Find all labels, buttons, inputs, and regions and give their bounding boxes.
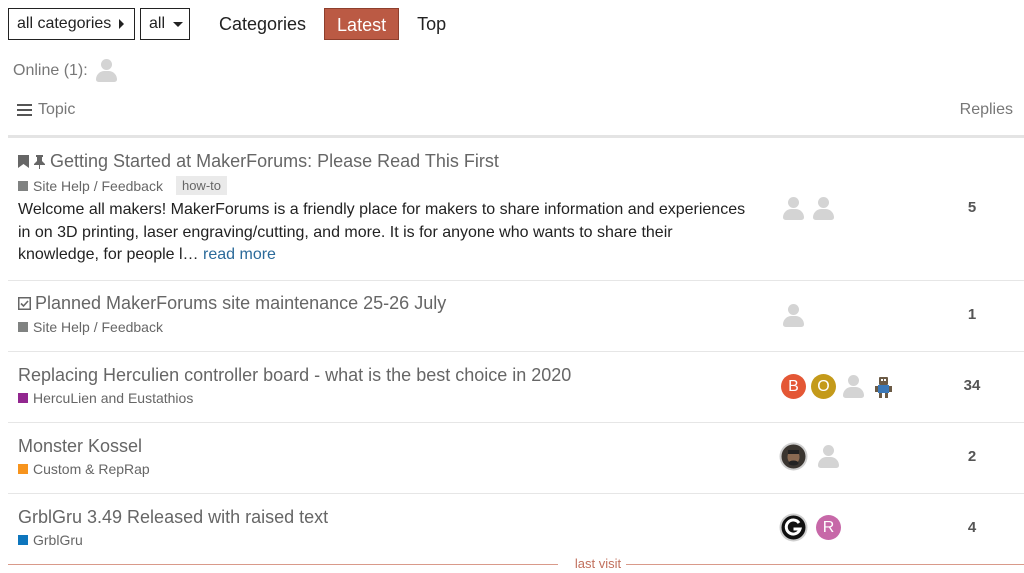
topic-title-wrap: Planned MakerForums site maintenance 25-… <box>18 293 446 314</box>
topic-row: Replacing Herculien controller board - w… <box>8 352 1024 423</box>
topic-row: GrblGru 3.49 Released with raised text G… <box>8 494 1024 556</box>
category-link[interactable]: HercuLien and Eustathios <box>33 390 193 406</box>
checkbox-icon <box>18 297 31 310</box>
tag-badge[interactable]: how-to <box>175 176 227 195</box>
topic-title-wrap: Getting Started at MakerForums: Please R… <box>18 151 499 172</box>
nav-latest[interactable]: Latest <box>324 8 400 40</box>
replies-count[interactable]: 4 <box>960 519 984 536</box>
category-link[interactable]: Site Help / Feedback <box>33 178 163 194</box>
caret-down-icon <box>173 21 184 27</box>
topic-row: Getting Started at MakerForums: Please R… <box>8 140 1024 281</box>
topic-title[interactable]: Getting Started at MakerForums: Please R… <box>50 151 499 172</box>
user-placeholder-icon[interactable] <box>94 58 119 83</box>
category-link[interactable]: Site Help / Feedback <box>33 319 163 335</box>
posters <box>779 442 846 471</box>
topic-title[interactable]: GrblGru 3.49 Released with raised text <box>18 507 328 528</box>
topic-title-wrap: Replacing Herculien controller board - w… <box>18 365 571 386</box>
top-nav: all categories all Categories Latest Top <box>8 8 458 40</box>
online-users: Online (1): <box>13 58 124 83</box>
topic-column-header[interactable]: Topic <box>17 101 75 119</box>
topic-list-header: Topic Replies <box>8 98 1024 138</box>
pin-icon <box>34 154 45 169</box>
topic-title[interactable]: Replacing Herculien controller board - w… <box>18 365 571 386</box>
posters: B O <box>781 374 896 399</box>
topic-title-wrap: Monster Kossel <box>18 436 142 457</box>
topic-meta: HercuLien and Eustathios <box>18 390 193 406</box>
category-color-square <box>18 535 28 545</box>
category-color-square <box>18 464 28 474</box>
topic-title[interactable]: Planned MakerForums site maintenance 25-… <box>35 293 446 314</box>
topic-title-wrap: GrblGru 3.49 Released with raised text <box>18 507 328 528</box>
last-visit-label: last visit <box>574 556 622 571</box>
topic-title[interactable]: Monster Kossel <box>18 436 142 457</box>
user-placeholder-icon[interactable] <box>811 196 836 221</box>
category-color-square <box>18 322 28 332</box>
topic-meta: GrblGru <box>18 532 83 548</box>
category-color-square <box>18 180 28 191</box>
posters: R <box>779 513 846 542</box>
tag-dropdown[interactable]: all <box>140 8 190 40</box>
avatar[interactable]: B <box>781 374 806 399</box>
replies-count[interactable]: 1 <box>960 306 984 323</box>
topic-row: Planned MakerForums site maintenance 25-… <box>8 281 1024 352</box>
last-visit-divider: last visit <box>8 556 1024 571</box>
category-link[interactable]: GrblGru <box>33 532 83 548</box>
avatar[interactable]: R <box>816 515 841 540</box>
topic-meta: Custom & RepRap <box>18 461 150 477</box>
nav-categories[interactable]: Categories <box>207 8 318 40</box>
topic-row: Monster Kossel Custom & RepRap 2 <box>8 423 1024 494</box>
divider-line <box>8 564 558 565</box>
category-dropdown-label: all categories <box>17 15 112 32</box>
robot-avatar-icon[interactable] <box>871 374 896 399</box>
grblgru-logo-avatar[interactable] <box>779 513 808 542</box>
avatar[interactable]: O <box>811 374 836 399</box>
tag-dropdown-label: all <box>149 15 166 32</box>
topic-meta: Site Help / Feedback <box>18 319 163 335</box>
user-photo-avatar[interactable] <box>779 442 808 471</box>
category-link[interactable]: Custom & RepRap <box>33 461 150 477</box>
user-placeholder-icon[interactable] <box>781 303 806 328</box>
bookmark-icon <box>18 155 29 168</box>
category-color-square <box>18 393 28 403</box>
posters <box>781 196 841 221</box>
posters <box>781 303 811 328</box>
divider-line <box>626 564 1024 565</box>
replies-count[interactable]: 5 <box>960 199 984 216</box>
list-icon <box>17 104 32 116</box>
user-placeholder-icon[interactable] <box>816 444 841 469</box>
replies-count[interactable]: 34 <box>960 377 984 394</box>
online-label: Online (1): <box>13 61 88 79</box>
replies-column-header[interactable]: Replies <box>960 101 1013 119</box>
caret-right-icon <box>119 19 125 29</box>
user-placeholder-icon[interactable] <box>781 196 806 221</box>
nav-top[interactable]: Top <box>405 8 458 40</box>
excerpt-text: Welcome all makers! MakerForums is a fri… <box>18 201 746 263</box>
replies-count[interactable]: 2 <box>960 448 984 465</box>
user-placeholder-icon[interactable] <box>841 374 866 399</box>
read-more-link[interactable]: read more <box>203 246 276 263</box>
topic-meta: Site Help / Feedback how-to <box>18 176 227 195</box>
topic-excerpt: Welcome all makers! MakerForums is a fri… <box>18 199 753 267</box>
category-dropdown[interactable]: all categories <box>8 8 135 40</box>
topic-header-label: Topic <box>38 101 76 118</box>
